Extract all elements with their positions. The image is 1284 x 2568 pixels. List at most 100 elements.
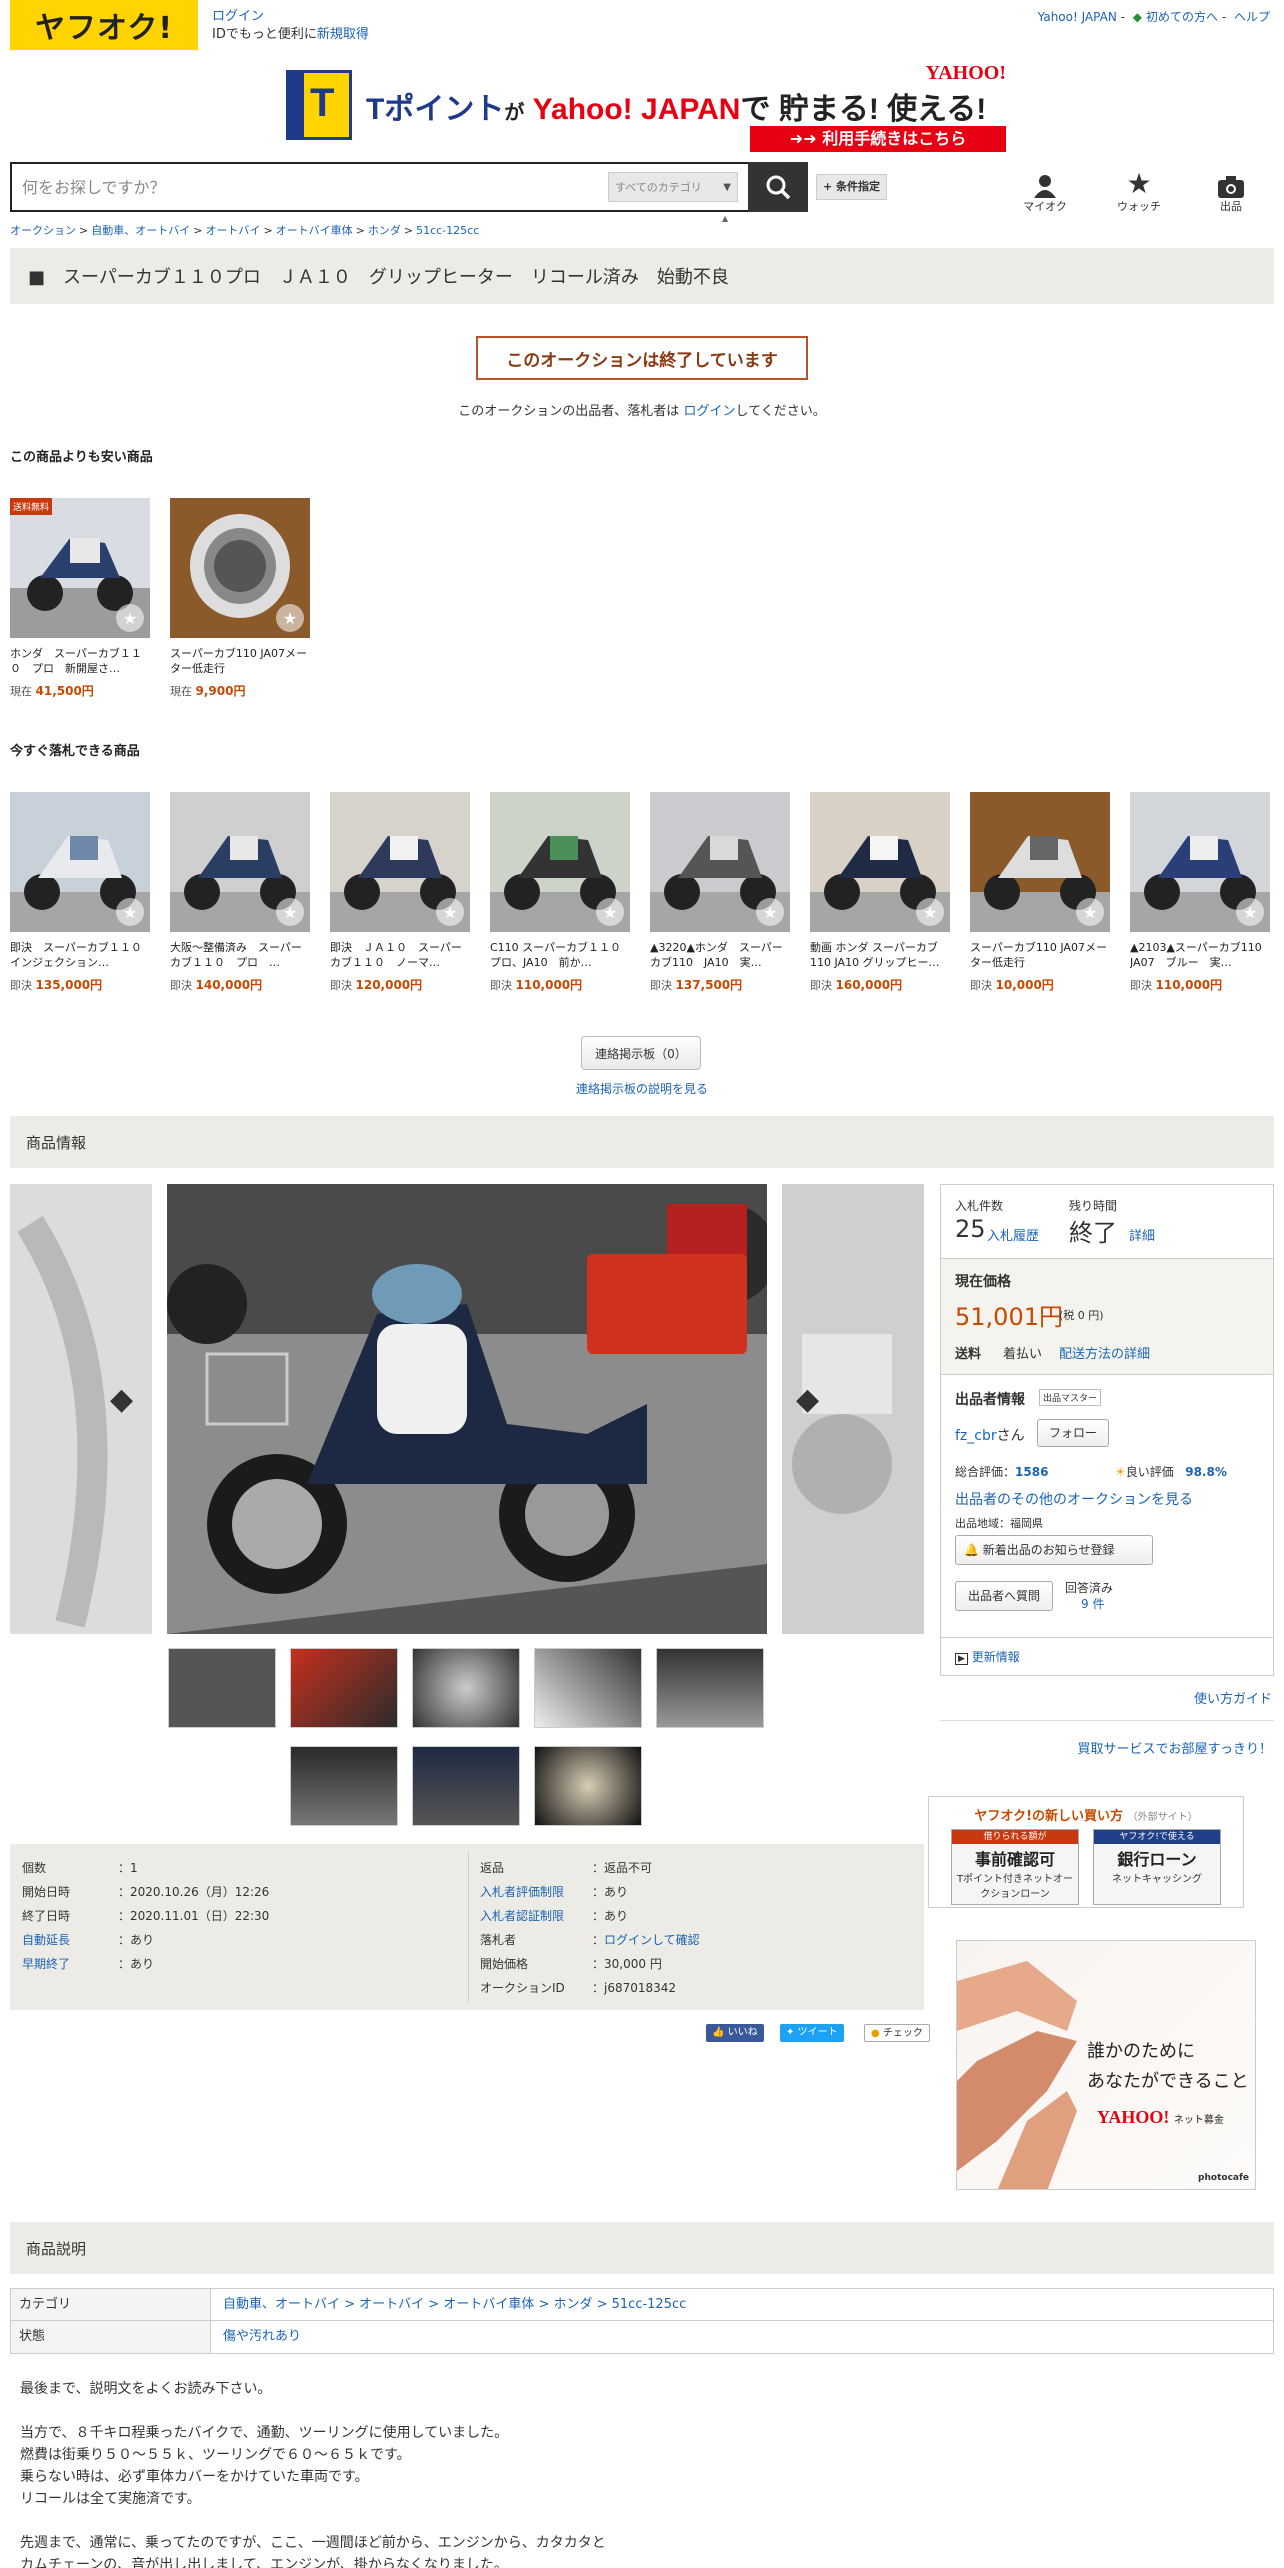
tweet-button[interactable]: ✦ ツイート — [780, 2024, 844, 2042]
precheck-loan-card[interactable]: 借りられる額が 事前確認可 Tポイント付きネットオークションローン — [951, 1829, 1079, 1905]
cheaper-item[interactable]: 送料無料 ★ ホンダ スーパーカブ１１０ プロ 新開屋さ… 現在 41,500円 — [10, 498, 150, 699]
condition-value-link[interactable]: 傷や汚れあり — [211, 2321, 301, 2353]
buynow-item[interactable]: ★ 即決 ＪＡ１０ スーパーカブ１１０ ノーマ… 即決 120,000円 — [330, 792, 470, 993]
header-myauction[interactable]: マイオク — [1010, 168, 1080, 214]
twitter-bird-icon: ✦ — [786, 2027, 795, 2038]
photo-thumbnail[interactable] — [534, 1746, 642, 1826]
item-price: 即決 160,000円 — [810, 978, 903, 992]
message-board-button[interactable]: 連絡掲示板（0） — [581, 1036, 701, 1070]
tpoint-banner[interactable]: T Tポイントが Yahoo! JAPANで 貯まる! 使える! YAHOO! … — [286, 62, 1006, 152]
photo-thumbnail[interactable] — [412, 1648, 520, 1728]
watch-star-icon[interactable]: ★ — [116, 604, 144, 632]
item-name: 動画 ホンダ スーパーカブ110 JA10 グリップヒー… — [810, 941, 940, 969]
watch-star-icon[interactable]: ★ — [116, 898, 144, 926]
watch-star-icon[interactable]: ★ — [1076, 898, 1104, 926]
category-path-link[interactable]: 自動車、オートバイ > オートバイ > オートバイ車体 > ホンダ > 51cc… — [211, 2289, 686, 2320]
watch-star-icon[interactable]: ★ — [756, 898, 784, 926]
photo-thumbnail[interactable] — [412, 1746, 520, 1826]
first-time-link[interactable]: 初めての方へ — [1146, 10, 1218, 24]
breadcrumb-item[interactable]: オートバイ — [205, 224, 260, 237]
buynow-item[interactable]: ★ スーパーカブ110 JA07メーター低走行 即決 10,000円 — [970, 792, 1110, 993]
item-price: 即決 110,000円 — [490, 978, 583, 992]
prev-arrow-icon[interactable]: ◆ — [110, 1382, 133, 1417]
table-row: カテゴリ 自動車、オートバイ > オートバイ > オートバイ車体 > ホンダ >… — [11, 2289, 1273, 2321]
help-link[interactable]: ヘルプ — [1234, 10, 1270, 24]
photo-thumbnail[interactable] — [290, 1746, 398, 1826]
buynow-item[interactable]: ★ C110 スーパーカブ１１０ プロ、JA10 前か… 即決 110,000円 — [490, 792, 630, 993]
watch-star-icon[interactable]: ★ — [596, 898, 624, 926]
breadcrumb-item[interactable]: 自動車、オートバイ — [91, 224, 190, 237]
other-auctions-link[interactable]: 出品者のその他のオークションを見る — [955, 1489, 1193, 1509]
item-name: 大阪～整備済み スーパーカブ１１０ プロ … — [170, 941, 302, 969]
watch-star-icon[interactable]: ★ — [276, 604, 304, 632]
watch-star-icon[interactable]: ★ — [276, 898, 304, 926]
search-input[interactable] — [12, 165, 608, 209]
header-sell[interactable]: 出品 — [1196, 168, 1266, 214]
check-button[interactable]: ● チェック — [864, 2024, 930, 2042]
yahuoku-logo[interactable]: ヤフオク! — [10, 0, 198, 50]
answered-count-link[interactable]: 9 件 — [1081, 1595, 1104, 1612]
photo-thumbnail[interactable] — [290, 1648, 398, 1728]
search-icon — [766, 175, 791, 200]
seller-name-link[interactable]: fz_cbr — [955, 1428, 997, 1444]
beginner-icon: ◆ — [1132, 10, 1142, 24]
donation-ad[interactable]: 誰かのために あなたができること YAHOO! ネット募金 photocafe — [956, 1940, 1256, 2190]
item-price: 現在 41,500円 — [10, 684, 94, 698]
buynow-item[interactable]: ★ 大阪～整備済み スーパーカブ１１０ プロ … 即決 140,000円 — [170, 792, 310, 993]
shipping-details-link[interactable]: 配送方法の詳細 — [1059, 1343, 1150, 1362]
login-link[interactable]: ログイン — [212, 9, 264, 24]
buynow-item[interactable]: ★ 動画 ホンダ スーパーカブ110 JA10 グリップヒー… 即決 160,000… — [810, 792, 950, 993]
cheaper-item[interactable]: ★ スーパーカブ110 JA07メーター低走行 現在 9,900円 — [170, 498, 310, 699]
ask-seller-button[interactable]: 出品者へ質問 — [955, 1581, 1053, 1611]
header-watch[interactable]: ★ ウォッチ — [1104, 168, 1174, 214]
thumbs-up-icon: 👍 — [712, 2027, 725, 2038]
photo-thumbnail[interactable] — [168, 1648, 276, 1728]
category-label: カテゴリ — [11, 2289, 211, 2320]
yahoo-japan-link[interactable]: Yahoo! JAPAN — [1038, 10, 1117, 24]
search-button[interactable] — [748, 162, 808, 212]
buynow-item[interactable]: ★ ▲3220▲ホンダ スーパーカブ110 JA10 実… 即決 137,500円 — [650, 792, 790, 993]
breadcrumb-item[interactable]: 51cc-125cc — [416, 224, 479, 237]
watch-star-icon[interactable]: ★ — [436, 898, 464, 926]
item-image: ★ — [650, 792, 790, 932]
seller-heading: 出品者情報 — [955, 1392, 1025, 1408]
main-photo[interactable] — [167, 1184, 767, 1634]
watch-star-icon[interactable]: ★ — [1236, 898, 1264, 926]
info-row: オークションID ：j687018342 — [480, 1981, 677, 1995]
category-select[interactable]: すべてのカテゴリ ▼ — [608, 172, 738, 202]
bank-loan-card[interactable]: ヤフオク!で使える 銀行ローン ネットキャッシング — [1093, 1829, 1221, 1905]
register-link[interactable]: 新規取得 — [317, 27, 369, 42]
conditions-button[interactable]: + 条件指定 — [816, 174, 888, 200]
seller-name-area: fz_cbrさん — [955, 1428, 1025, 1444]
ended-login-link[interactable]: ログイン — [683, 404, 735, 419]
rating-area: 総合評価：1586 — [955, 1465, 1049, 1479]
usage-guide-link[interactable]: 使い方ガイド — [1194, 1688, 1272, 1707]
breadcrumb-item[interactable]: オークション — [10, 224, 76, 237]
banner-cta[interactable]: ➜➜ 利用手続きはこちら — [750, 126, 1006, 152]
banner-headline: Tポイントが Yahoo! JAPANで 貯まる! 使える! — [366, 93, 987, 126]
breadcrumb-item[interactable]: ホンダ — [368, 224, 401, 237]
ended-login-note: このオークションの出品者、落札者は ログインしてください。 — [458, 404, 826, 419]
free-shipping-badge: 送料無料 — [10, 498, 53, 515]
buyback-service-link[interactable]: 買取サービスでお部屋すっきり！ — [1078, 1738, 1272, 1757]
watch-star-icon[interactable]: ★ — [916, 898, 944, 926]
details-link[interactable]: 詳細 — [1129, 1225, 1155, 1244]
photo-thumbnail[interactable] — [656, 1648, 764, 1728]
facebook-like-button[interactable]: 👍 いいね — [706, 2024, 764, 2042]
bid-history-link[interactable]: 入札履歴 — [987, 1225, 1039, 1244]
breadcrumb-item[interactable]: オートバイ車体 — [276, 224, 353, 237]
notify-new-button[interactable]: 🔔 新着出品のお知らせ登録 — [955, 1535, 1153, 1565]
seller-region: 出品地域：福岡県 — [955, 1517, 1043, 1530]
hands-image — [957, 1961, 1077, 2189]
buynow-item[interactable]: ★ ▲2103▲スーパーカブ110 JA07 ブルー 実… 即決 110,000円 — [1130, 792, 1270, 993]
buynow-item[interactable]: ★ 即決 スーパーカブ１１０ インジェクション… 即決 135,000円 — [10, 792, 150, 993]
arrow-circle-icon: ➜➜ — [789, 129, 817, 148]
follow-button[interactable]: フォロー — [1037, 1419, 1109, 1447]
item-image: ★ — [330, 792, 470, 932]
item-image: ★ — [490, 792, 630, 932]
rating-link[interactable]: 1586 — [1015, 1465, 1048, 1479]
next-arrow-icon[interactable]: ◆ — [796, 1382, 819, 1417]
photo-thumbnail[interactable] — [534, 1648, 642, 1728]
update-info[interactable]: ▶ 更新情報 — [955, 1648, 1020, 1665]
description-table: カテゴリ 自動車、オートバイ > オートバイ > オートバイ車体 > ホンダ >… — [10, 2288, 1274, 2354]
